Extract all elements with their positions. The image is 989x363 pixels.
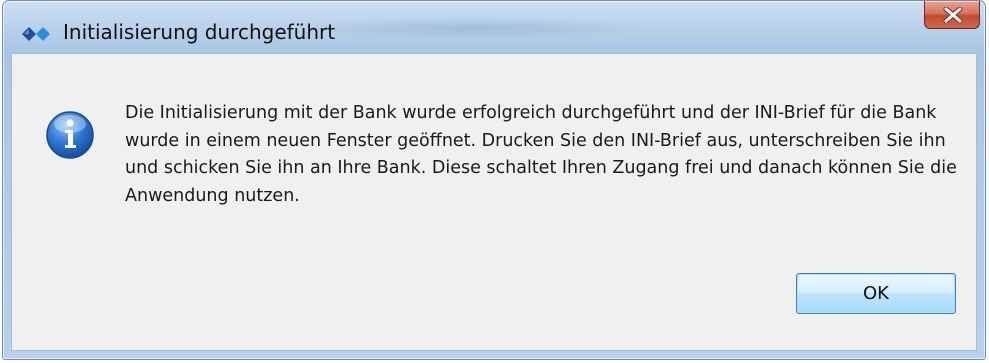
title-bar-glow [293, 17, 653, 39]
dialog-message: Die Initialisierung mit der Bank wurde e… [125, 103, 957, 206]
close-icon [943, 7, 963, 23]
close-button[interactable] [924, 1, 980, 29]
diamond-app-icon [21, 25, 51, 43]
ok-button[interactable]: OK [796, 273, 956, 314]
dialog-client-area: Die Initialisierung mit der Bank wurde e… [11, 53, 977, 351]
dialog-window: Initialisierung durchgeführt Die Initial… [2, 0, 986, 360]
info-icon [45, 110, 95, 160]
window-title: Initialisierung durchgeführt [63, 20, 336, 44]
title-bar[interactable]: Initialisierung durchgeführt [3, 1, 985, 53]
